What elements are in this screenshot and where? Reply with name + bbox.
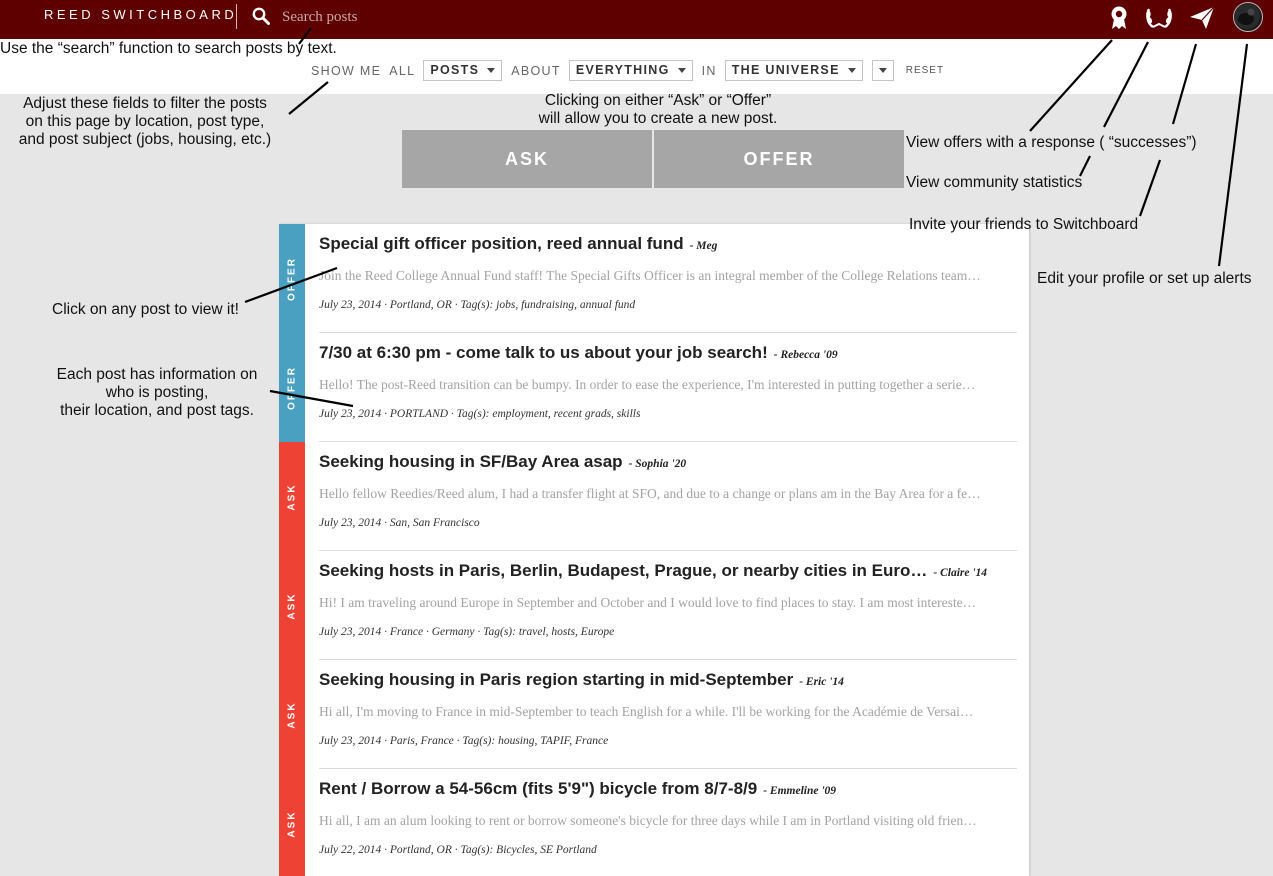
post-type-badge: OFFER [279,224,305,333]
post-author: - Claire '14 [933,567,988,579]
annotation-create: Clicking on either “Ask” or “Offer” will… [538,92,778,127]
post-item[interactable]: OFFER Special gift officer position, ree… [279,224,1029,333]
successes-icon[interactable] [1144,3,1174,33]
app-brand[interactable]: REED SWITCHBOARD [44,7,237,22]
more-filters-button[interactable] [871,60,894,81]
all-label: ALL [389,63,416,78]
post-item[interactable]: ASK Rent / Borrow a 54-56cm (fits 5'9") … [279,769,1029,876]
post-excerpt: Hi all, I'm moving to France in mid-Sept… [319,704,974,719]
post-list: OFFER Special gift officer position, ree… [279,224,1029,876]
search-input[interactable] [280,4,584,30]
post-excerpt: Hello! The post-Reed transition can be b… [319,377,976,392]
annotation-stats: View community statistics [906,174,1083,191]
location-dropdown[interactable]: THE UNIVERSE [724,60,863,81]
annotation-post-info: Each post has information on who is post… [56,366,258,419]
post-type-dropdown[interactable]: POSTS [423,60,503,81]
post-excerpt: Hi! I am traveling around Europe in Sept… [319,595,977,610]
post-type-value: POSTS [430,63,480,77]
post-author: - Meg [689,240,718,252]
post-type-badge: ASK [279,660,305,769]
post-item[interactable]: ASK Seeking housing in SF/Bay Area asap -… [279,442,1029,551]
post-meta: July 23, 2014 · San, San Francisco [319,517,480,529]
post-author: - Eric '14 [799,676,844,688]
post-author: - Rebecca '09 [773,349,838,361]
post-author: - Sophia '20 [628,458,687,470]
profile-avatar[interactable] [1233,2,1263,32]
search-icon[interactable] [252,7,270,25]
post-meta: July 23, 2014 · PORTLAND · Tag(s): emplo… [319,408,641,420]
post-title[interactable]: Rent / Borrow a 54-56cm (fits 5'9") bicy… [319,779,757,798]
invite-icon[interactable] [1187,3,1217,33]
post-meta: July 23, 2014 · Portland, OR · Tag(s): j… [319,299,636,311]
post-excerpt: Join the Reed College Annual Fund staff!… [319,268,981,283]
post-filters: SHOW ME ALL POSTS ABOUT EVERYTHING IN TH… [311,60,944,81]
annotation-search: Use the “search” function to search post… [0,40,337,57]
ask-button[interactable]: ASK [402,130,652,188]
post-meta: July 23, 2014 · France · Germany · Tag(s… [319,626,615,638]
post-excerpt: Hello fellow Reedies/Reed alum, I had a … [319,486,981,501]
chevron-down-icon [487,68,496,73]
post-title[interactable]: 7/30 at 6:30 pm - come talk to us about … [319,343,768,362]
post-item[interactable]: ASK Seeking housing in Paris region star… [279,660,1029,769]
show-me-label: SHOW ME [311,63,382,78]
annotation-offers: View offers with a response ( “successes… [906,134,1197,151]
post-item[interactable]: ASK Seeking hosts in Paris, Berlin, Buda… [279,551,1029,660]
location-value: THE UNIVERSE [731,63,840,77]
post-title[interactable]: Seeking housing in SF/Bay Area asap [319,452,623,471]
offers-icon[interactable] [1104,3,1134,33]
post-type-badge: ASK [279,551,305,660]
post-type-badge: ASK [279,769,305,876]
chevron-down-icon [878,68,887,73]
about-label: ABOUT [511,63,561,78]
post-title[interactable]: Seeking hosts in Paris, Berlin, Budapest… [319,561,927,580]
post-meta: July 23, 2014 · Paris, France · Tag(s): … [319,735,609,747]
post-type-badge: OFFER [279,333,305,442]
post-type-badge: ASK [279,442,305,551]
offer-button[interactable]: OFFER [654,130,904,188]
annotation-filters: Adjust these fields to filter the posts … [18,95,272,148]
post-meta: July 22, 2014 · Portland, OR · Tag(s): B… [319,844,597,856]
chevron-down-icon [677,68,686,73]
subject-dropdown[interactable]: EVERYTHING [568,60,693,81]
annotation-click-post: Click on any post to view it! [52,301,239,318]
top-nav-bar: REED SWITCHBOARD [0,0,1273,39]
annotation-invite: Invite your friends to Switchboard [909,216,1139,233]
subject-value: EVERYTHING [575,63,670,77]
annotation-profile: Edit your profile or set up alerts [1037,270,1252,287]
post-title[interactable]: Seeking housing in Paris region starting… [319,670,793,689]
nav-divider [236,4,237,29]
post-excerpt: Hi all, I am an alum looking to rent or … [319,813,977,828]
in-label: IN [701,63,717,78]
post-item[interactable]: OFFER 7/30 at 6:30 pm - come talk to us … [279,333,1029,442]
chevron-down-icon [847,68,856,73]
post-title[interactable]: Special gift officer position, reed annu… [319,234,684,253]
post-author: - Emmeline '09 [763,785,837,797]
reset-button[interactable]: RESET [906,65,944,76]
